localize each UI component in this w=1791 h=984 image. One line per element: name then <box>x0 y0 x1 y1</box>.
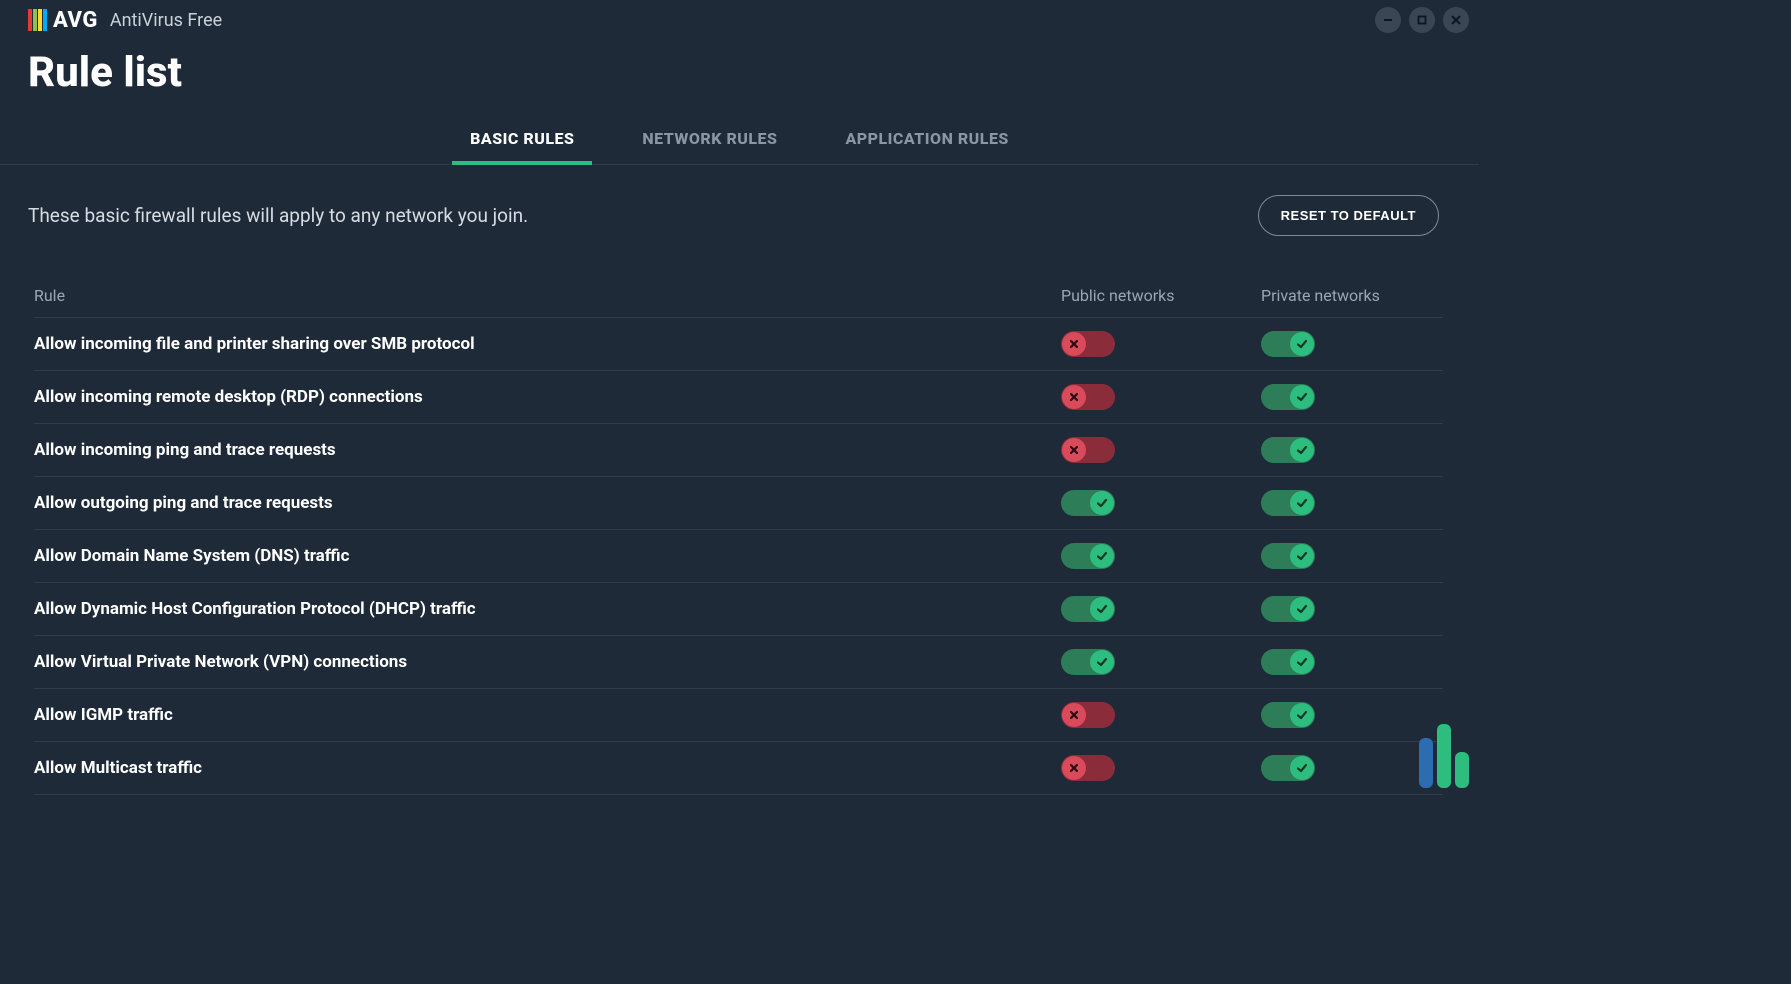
toggle-public[interactable] <box>1061 543 1115 569</box>
app-name: AntiVirus Free <box>110 10 222 31</box>
toggle-private[interactable] <box>1261 649 1315 675</box>
check-icon <box>1096 603 1108 615</box>
check-icon <box>1296 550 1308 562</box>
rule-name: Allow Domain Name System (DNS) traffic <box>34 546 1043 566</box>
toggle-public[interactable] <box>1061 490 1115 516</box>
check-icon <box>1296 762 1308 774</box>
toggle-private[interactable] <box>1261 702 1315 728</box>
check-icon <box>1296 391 1308 403</box>
column-rule: Rule <box>34 286 1043 305</box>
check-icon <box>1296 603 1308 615</box>
toggle-public[interactable] <box>1061 384 1115 410</box>
toggle-private[interactable] <box>1261 596 1315 622</box>
toggle-public[interactable] <box>1061 596 1115 622</box>
tab-basic-rules[interactable]: BASIC RULES <box>460 115 584 164</box>
check-icon <box>1296 656 1308 668</box>
page-title: Rule list <box>0 34 1479 115</box>
titlebar: AVG AntiVirus Free <box>0 0 1479 34</box>
check-icon <box>1296 497 1308 509</box>
cell-public <box>1043 649 1243 675</box>
tab-network-rules[interactable]: NETWORK RULES <box>632 115 787 164</box>
cell-public <box>1043 490 1243 516</box>
column-private: Private networks <box>1243 286 1443 305</box>
logo-bars-icon <box>28 9 47 31</box>
cross-icon <box>1068 762 1080 774</box>
rule-name: Allow Dynamic Host Configuration Protoco… <box>34 599 1043 619</box>
maximize-button[interactable] <box>1409 7 1435 33</box>
cell-public <box>1043 702 1243 728</box>
column-public: Public networks <box>1043 286 1243 305</box>
rules-description: These basic firewall rules will apply to… <box>28 204 528 227</box>
check-icon <box>1096 550 1108 562</box>
cell-public <box>1043 437 1243 463</box>
rule-name: Allow IGMP traffic <box>34 705 1043 725</box>
table-header: Rule Public networks Private networks <box>34 286 1443 318</box>
table-row: Allow outgoing ping and trace requests <box>34 477 1443 530</box>
rule-name: Allow incoming file and printer sharing … <box>34 334 1043 354</box>
rules-table: Rule Public networks Private networks Al… <box>0 256 1479 795</box>
cell-private <box>1243 649 1443 675</box>
check-icon <box>1296 709 1308 721</box>
table-row: Allow Domain Name System (DNS) traffic <box>34 530 1443 583</box>
table-row: Allow incoming remote desktop (RDP) conn… <box>34 371 1443 424</box>
toggle-public[interactable] <box>1061 755 1115 781</box>
decorative-bars-icon <box>1419 724 1469 788</box>
table-row: Allow IGMP traffic <box>34 689 1443 742</box>
cross-icon <box>1068 391 1080 403</box>
tabs: BASIC RULES NETWORK RULES APPLICATION RULE… <box>0 115 1479 165</box>
toggle-private[interactable] <box>1261 331 1315 357</box>
cell-private <box>1243 702 1443 728</box>
toggle-private[interactable] <box>1261 437 1315 463</box>
window-controls <box>1375 7 1469 33</box>
cell-private <box>1243 437 1443 463</box>
rule-name: Allow Multicast traffic <box>34 758 1043 778</box>
close-icon <box>1450 14 1462 26</box>
check-icon <box>1096 656 1108 668</box>
cell-private <box>1243 331 1443 357</box>
rule-name: Allow outgoing ping and trace requests <box>34 493 1043 513</box>
cell-private <box>1243 755 1443 781</box>
app-logo: AVG <box>28 8 98 33</box>
minimize-button[interactable] <box>1375 7 1401 33</box>
maximize-icon <box>1416 14 1428 26</box>
rule-name: Allow incoming ping and trace requests <box>34 440 1043 460</box>
cell-private <box>1243 384 1443 410</box>
cross-icon <box>1068 338 1080 350</box>
toggle-private[interactable] <box>1261 384 1315 410</box>
toggle-public[interactable] <box>1061 649 1115 675</box>
close-button[interactable] <box>1443 7 1469 33</box>
titlebar-left: AVG AntiVirus Free <box>28 8 222 33</box>
table-row: Allow incoming ping and trace requests <box>34 424 1443 477</box>
cell-public <box>1043 543 1243 569</box>
table-row: Allow Multicast traffic <box>34 742 1443 795</box>
cell-private <box>1243 596 1443 622</box>
subheader: These basic firewall rules will apply to… <box>0 165 1479 256</box>
reset-to-default-button[interactable]: RESET TO DEFAULT <box>1258 195 1439 236</box>
cell-private <box>1243 543 1443 569</box>
toggle-private[interactable] <box>1261 543 1315 569</box>
cross-icon <box>1068 709 1080 721</box>
toggle-private[interactable] <box>1261 755 1315 781</box>
check-icon <box>1296 444 1308 456</box>
toggle-private[interactable] <box>1261 490 1315 516</box>
table-row: Allow Virtual Private Network (VPN) conn… <box>34 636 1443 689</box>
table-row: Allow Dynamic Host Configuration Protoco… <box>34 583 1443 636</box>
cell-public <box>1043 596 1243 622</box>
check-icon <box>1096 497 1108 509</box>
toggle-public[interactable] <box>1061 331 1115 357</box>
tab-application-rules[interactable]: APPLICATION RULES <box>835 115 1018 164</box>
rule-name: Allow incoming remote desktop (RDP) conn… <box>34 387 1043 407</box>
brand-text: AVG <box>53 8 98 33</box>
cross-icon <box>1068 444 1080 456</box>
toggle-public[interactable] <box>1061 437 1115 463</box>
cell-public <box>1043 755 1243 781</box>
table-row: Allow incoming file and printer sharing … <box>34 318 1443 371</box>
check-icon <box>1296 338 1308 350</box>
cell-public <box>1043 384 1243 410</box>
cell-private <box>1243 490 1443 516</box>
minimize-icon <box>1382 14 1394 26</box>
toggle-public[interactable] <box>1061 702 1115 728</box>
cell-public <box>1043 331 1243 357</box>
rule-name: Allow Virtual Private Network (VPN) conn… <box>34 652 1043 672</box>
